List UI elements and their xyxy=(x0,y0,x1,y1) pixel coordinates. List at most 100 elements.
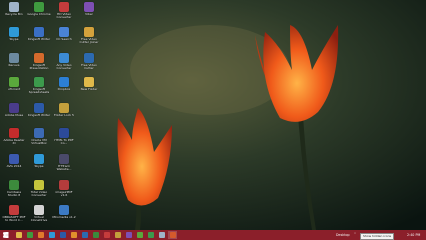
google-chrome-icon xyxy=(34,2,44,12)
desktop-icon[interactable]: AVG 2014 xyxy=(2,154,26,168)
free-video-cutter-icon xyxy=(84,27,94,37)
taskbar-button[interactable] xyxy=(168,231,177,239)
taskbar-button[interactable] xyxy=(25,231,34,239)
total-video-converter-icon xyxy=(34,180,44,190)
desktop-icon[interactable]: Free Video Cutter Joiner xyxy=(77,27,101,45)
desktop-icon-label: Free Video Cutter xyxy=(81,64,97,71)
desktop-icon[interactable]: Camtasia Studio 8 xyxy=(2,180,26,198)
taskbar-active-app-icon xyxy=(169,232,176,238)
camtasia-icon xyxy=(9,180,19,190)
taskbar-folder-icon xyxy=(114,232,121,238)
desktop-icon-label: Skype xyxy=(34,165,44,168)
chevron-up-icon[interactable]: ˄ xyxy=(354,230,356,240)
taskbar-photoshop-icon xyxy=(81,232,88,238)
desktop-icon[interactable]: HTTrack Website... xyxy=(52,154,76,172)
desktop-icon[interactable]: Recycle Bin xyxy=(2,2,26,16)
taskbar-button[interactable] xyxy=(58,231,67,239)
taskbar-app-icon xyxy=(125,232,132,238)
desktop-icon-label: Recycle Bin xyxy=(5,13,23,16)
taskbar-camtasia-icon xyxy=(92,232,99,238)
folder-lock-icon xyxy=(59,103,69,113)
taskbar-button[interactable] xyxy=(113,231,122,239)
any-video-converter-icon xyxy=(59,53,69,63)
desktop-icon[interactable]: Kingsoft Writer xyxy=(27,103,51,117)
adobe-muse-icon xyxy=(9,103,19,113)
taskbar-button[interactable] xyxy=(80,231,89,239)
desktop-icon-label: HTTrack Website... xyxy=(56,165,72,172)
taskbar-button[interactable] xyxy=(135,231,144,239)
desktop-icon[interactable]: Total Video Converter xyxy=(27,180,51,198)
taskbar-button[interactable] xyxy=(91,231,100,239)
skype-icon xyxy=(9,27,19,37)
taskbar-chrome-icon xyxy=(26,232,33,238)
desktop-icon-label: Adobe Muse xyxy=(4,114,24,117)
desktop-icon-label: Adobe Reader XI xyxy=(3,139,25,146)
taskbar-file-explorer-icon xyxy=(15,232,22,238)
desktop-icon-label: Folder Lock 5 xyxy=(54,114,74,117)
desktop-icon[interactable]: Adobe Muse xyxy=(2,103,26,117)
desktop-icon[interactable]: Kingsoft Presentation xyxy=(27,53,51,71)
desktop-icon-label: Recuva xyxy=(8,64,20,67)
desktop-icon-label: New Folder xyxy=(80,88,98,91)
taskbar-button[interactable] xyxy=(124,231,133,239)
html-to-pdf-icon xyxy=(59,128,69,138)
desktop-icon[interactable]: Kingsoft Writer xyxy=(27,27,51,41)
taskbar-button[interactable] xyxy=(47,231,56,239)
desktop-icon[interactable]: Free Video Cutter xyxy=(77,53,101,71)
desktop-icon[interactable]: Oracle VM VirtualBox xyxy=(27,128,51,146)
recycle-bin-icon xyxy=(9,2,19,12)
desktop-icon[interactable]: image2PDF v1.6 xyxy=(52,180,76,198)
desktop-icon[interactable]: Google Chrome xyxy=(27,2,51,16)
desktop-icon[interactable]: OBRASOFT PDF to Word C... xyxy=(2,205,26,223)
desktop-icon[interactable]: Viber xyxy=(77,2,101,16)
desktop-icon-label: Camtasia Studio 8 xyxy=(6,191,22,198)
desktop-icon-label: HD Video Converter xyxy=(56,13,72,20)
mcomedia-icon xyxy=(59,205,69,215)
desktop-icon[interactable]: HTML To PDF Co... xyxy=(52,128,76,146)
desktop-icon-label: Kingsoft Presentation xyxy=(29,64,49,71)
desktop-icon[interactable]: HD Video Converter xyxy=(52,2,76,20)
taskbar-word-icon xyxy=(59,232,66,238)
taskbar-button[interactable] xyxy=(69,231,78,239)
desktop-icon-label: MComedia v1.2 xyxy=(52,216,76,219)
desktop-icon-grid: Recycle Bin Google Chrome HD Video Convert… xyxy=(0,0,110,230)
desktop-icon[interactable]: Adobe Reader XI xyxy=(2,128,26,146)
kingsoft-writer-2-icon xyxy=(34,103,44,113)
desktop-icon[interactable]: MComedia v1.2 xyxy=(52,205,76,219)
hd-video-converter-icon xyxy=(59,2,69,12)
start-button[interactable] xyxy=(1,231,10,239)
taskbar-button[interactable] xyxy=(146,231,155,239)
desktop-toolbar-label[interactable]: Desktop xyxy=(336,230,350,240)
desktop-icon[interactable]: Virtual CloneDrive xyxy=(27,205,51,223)
taskbar-media-player-icon xyxy=(70,232,77,238)
dropbox-icon xyxy=(59,77,69,87)
desktop-icon-label: AVG 2014 xyxy=(6,165,22,168)
desktop-icon-label: uTorrent xyxy=(7,88,21,91)
clock[interactable]: 2:40 PM xyxy=(407,230,420,240)
taskbar-firefox-icon xyxy=(37,232,44,238)
taskbar-button[interactable] xyxy=(36,231,45,239)
desktop-icon[interactable]: CC Search xyxy=(52,27,76,41)
skype-2-icon xyxy=(34,154,44,164)
desktop-icon[interactable]: New Folder xyxy=(77,77,101,91)
desktop-icon-label: Dropbox xyxy=(57,88,71,91)
desktop-icon[interactable]: Skype xyxy=(2,27,26,41)
desktop-icon[interactable]: Any Video Converter xyxy=(52,53,76,71)
free-video-cutter-2-icon xyxy=(84,53,94,63)
taskbar-button[interactable] xyxy=(102,231,111,239)
desktop-icon[interactable]: Recuva xyxy=(2,53,26,67)
desktop-icon[interactable]: Folder Lock 5 xyxy=(52,103,76,117)
desktop-icon[interactable]: Skype xyxy=(27,154,51,168)
windows-logo-icon xyxy=(2,232,9,238)
kingsoft-presentation-icon xyxy=(34,53,44,63)
desktop-icon[interactable]: Dropbox xyxy=(52,77,76,91)
desktop-icon-label: Oracle VM VirtualBox xyxy=(31,139,47,146)
desktop-icon[interactable]: uTorrent xyxy=(2,77,26,91)
virtual-clonedrive-icon xyxy=(34,205,44,215)
recuva-icon xyxy=(9,53,19,63)
desktop-icon-label: Viber xyxy=(85,13,93,16)
taskbar-button[interactable] xyxy=(14,231,23,239)
desktop-icon-label: Kingsoft Writer xyxy=(27,114,51,117)
desktop-icon[interactable]: Kingsoft Spreadsheets xyxy=(27,77,51,95)
taskbar-button[interactable] xyxy=(157,231,166,239)
